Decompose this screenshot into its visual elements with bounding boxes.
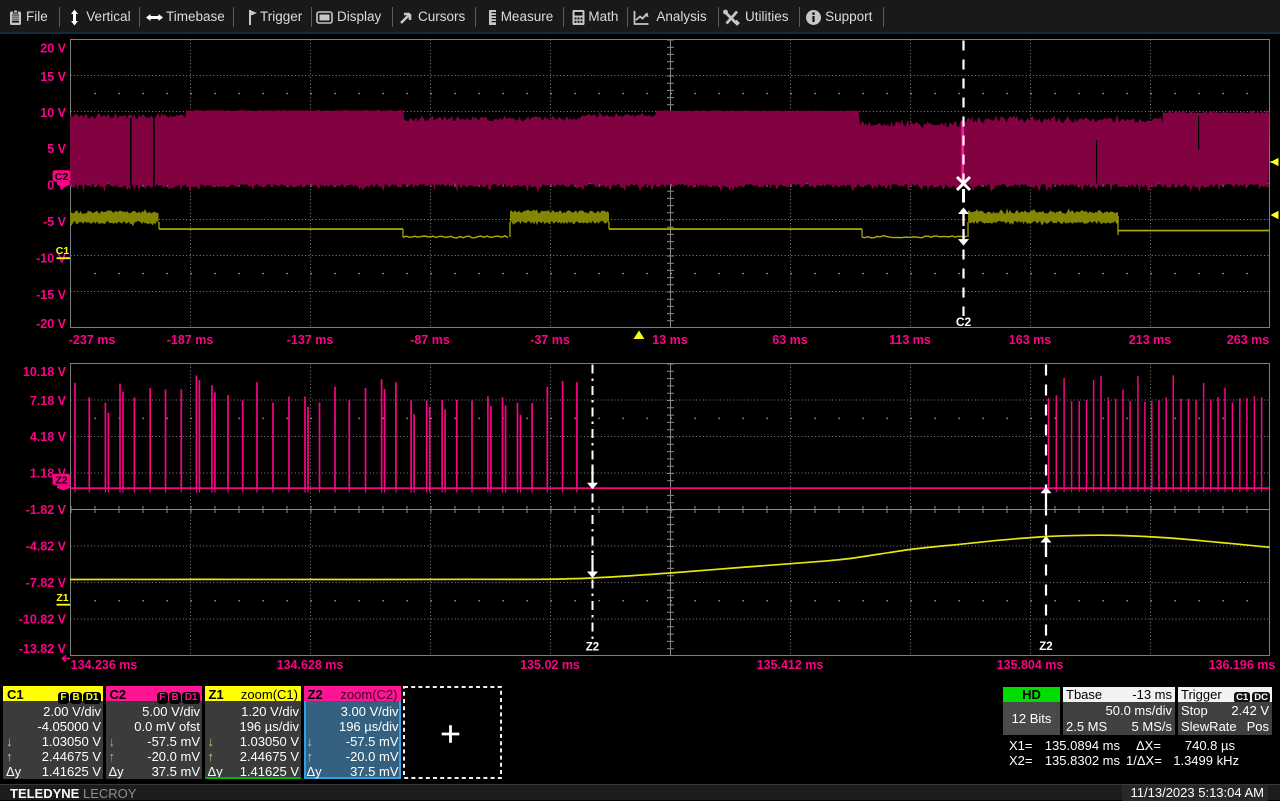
svg-text:-187 ms: -187 ms — [167, 333, 214, 347]
svg-text:-37 ms: -37 ms — [530, 333, 570, 347]
svg-text:-5 V: -5 V — [43, 215, 67, 229]
svg-text:5 V: 5 V — [47, 142, 66, 156]
svg-text:263 ms: 263 ms — [1227, 333, 1269, 347]
svg-text:10.18 V: 10.18 V — [23, 365, 67, 379]
svg-text:C1: C1 — [56, 245, 70, 257]
svg-text:135.804 ms: 135.804 ms — [997, 658, 1064, 672]
svg-text:134.628 ms: 134.628 ms — [277, 658, 344, 672]
svg-text:-87 ms: -87 ms — [410, 333, 450, 347]
svg-text:7.18 V: 7.18 V — [30, 394, 67, 408]
svg-text:-4.82 V: -4.82 V — [26, 540, 67, 554]
svg-text:163 ms: 163 ms — [1009, 333, 1051, 347]
svg-text:-15 V: -15 V — [36, 288, 67, 302]
svg-text:135.412 ms: 135.412 ms — [757, 658, 824, 672]
svg-text:63 ms: 63 ms — [772, 333, 807, 347]
svg-text:Z2: Z2 — [55, 474, 67, 486]
svg-text:-7.82 V: -7.82 V — [26, 576, 67, 590]
svg-text:-1.82 V: -1.82 V — [26, 503, 67, 517]
svg-text:Z2: Z2 — [586, 642, 599, 654]
svg-text:-20 V: -20 V — [36, 317, 67, 331]
svg-text:213 ms: 213 ms — [1129, 333, 1171, 347]
svg-text:15 V: 15 V — [40, 70, 66, 84]
svg-text:135.02 ms: 135.02 ms — [520, 658, 580, 672]
svg-text:113 ms: 113 ms — [889, 333, 931, 347]
svg-text:-237 ms: -237 ms — [69, 333, 116, 347]
svg-text:-13.82 V: -13.82 V — [19, 642, 67, 656]
svg-text:20 V: 20 V — [40, 42, 66, 56]
svg-text:Z2: Z2 — [1039, 641, 1052, 653]
svg-text:13 ms: 13 ms — [652, 333, 687, 347]
svg-text:4.18 V: 4.18 V — [30, 430, 67, 444]
svg-text:C2: C2 — [956, 315, 972, 329]
svg-text:-137 ms: -137 ms — [287, 333, 334, 347]
svg-text:C2: C2 — [55, 171, 69, 183]
svg-text:Z1: Z1 — [56, 592, 68, 604]
svg-text:-10.82 V: -10.82 V — [19, 613, 67, 627]
svg-text:10 V: 10 V — [40, 106, 66, 120]
svg-text:136.196 ms: 136.196 ms — [1209, 658, 1276, 672]
svg-text:134.236 ms: 134.236 ms — [71, 658, 138, 672]
